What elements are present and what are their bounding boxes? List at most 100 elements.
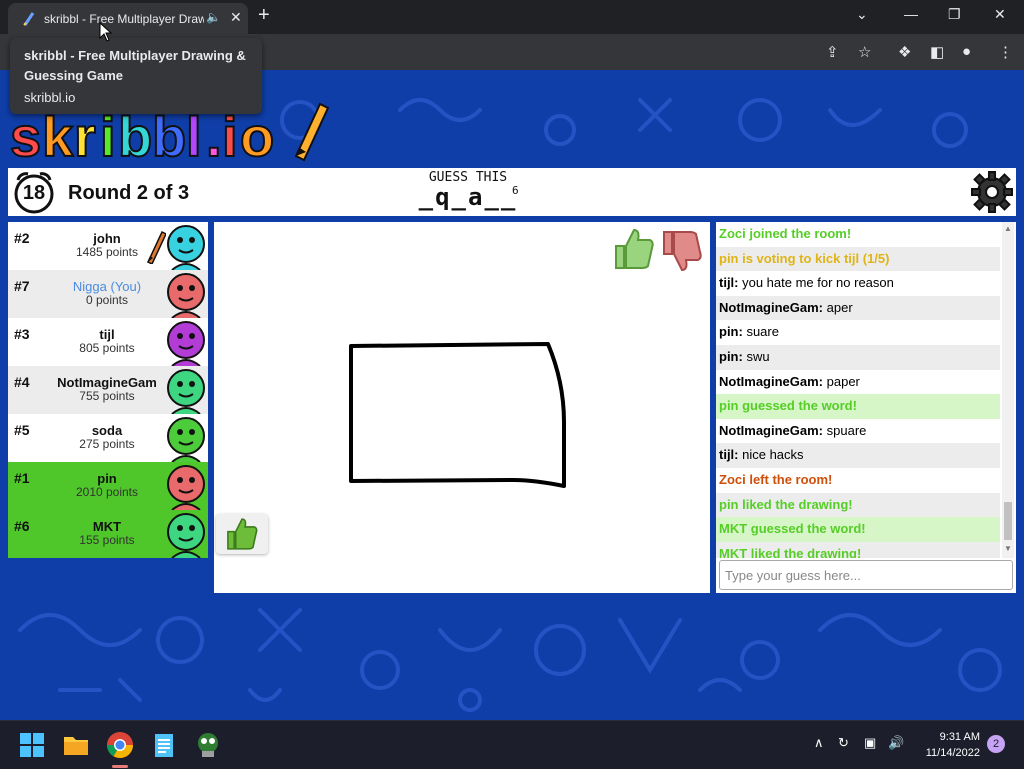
chat-message: pin liked the drawing! <box>716 492 1000 518</box>
player-rank: #7 <box>14 278 30 294</box>
player-row[interactable]: #6 MKT 155 points <box>8 510 208 558</box>
tab-search-icon[interactable]: ⌄ <box>856 6 868 23</box>
minimize-button[interactable]: — <box>904 6 918 22</box>
word-hint-area: GUESS THIS _q_a__ 6 <box>398 170 538 211</box>
chat-text: MKT guessed the word! <box>719 521 866 537</box>
chat-text: aper <box>823 299 853 315</box>
guess-input[interactable] <box>719 560 1013 590</box>
chat-text: pin is voting to kick tijl (1/5) <box>719 250 890 266</box>
chrome-icon[interactable] <box>104 729 136 761</box>
restore-button[interactable]: ❐ <box>948 6 961 23</box>
player-name: NotImagineGam <box>57 375 157 390</box>
chat-scrollbar[interactable]: ▲ ▼ <box>1002 222 1014 558</box>
close-window-button[interactable]: ✕ <box>994 6 1006 23</box>
side-panel-icon[interactable]: ◧ <box>930 43 944 61</box>
chat-text: Zoci joined the room! <box>719 226 852 241</box>
player-name: tijl <box>99 327 115 342</box>
thumbs-up-icon[interactable] <box>612 226 656 272</box>
player-avatar <box>167 321 205 366</box>
mouse-cursor-icon <box>99 22 113 42</box>
browser-tab[interactable]: skribbl - Free Multiplayer Drawing & Gue… <box>8 3 248 34</box>
chat-text: Zoci left the room! <box>719 471 833 487</box>
chat-username: tijl: <box>719 447 739 463</box>
player-avatar <box>167 273 205 318</box>
skribbl-favicon-icon <box>23 12 35 26</box>
tooltip-url: skribbl.io <box>24 90 76 105</box>
player-avatar <box>167 465 205 510</box>
player-row[interactable]: #5 soda 275 points <box>8 414 208 462</box>
player-points: 0 points <box>85 293 129 307</box>
sync-icon[interactable]: ↻ <box>838 735 849 751</box>
chat-username: NotImagineGam: <box>719 299 824 315</box>
browser-titlebar: skribbl - Free Multiplayer Drawing & Gue… <box>0 0 1024 34</box>
player-points: 2010 points <box>75 485 139 499</box>
scroll-down-icon[interactable]: ▼ <box>1004 544 1012 553</box>
tab-close-icon[interactable]: ✕ <box>230 9 242 26</box>
player-rank: #6 <box>14 518 30 534</box>
extensions-icon[interactable]: ❖ <box>898 43 911 61</box>
windows-start-icon[interactable] <box>16 729 48 761</box>
chat-username: tijl: <box>719 275 739 291</box>
thumbs-down-icon[interactable] <box>660 228 704 274</box>
clock-time: 9:31 AM <box>939 731 980 743</box>
player-name: Nigga (You) <box>72 279 142 294</box>
chat-message: Zoci left the room! <box>716 468 1000 493</box>
new-tab-button[interactable]: + <box>258 4 270 27</box>
volume-icon[interactable]: 🔊 <box>888 735 904 751</box>
chat-text: suare <box>742 324 779 340</box>
chat-text: pin liked the drawing! <box>719 496 853 512</box>
scrollbar-thumb[interactable] <box>1004 502 1012 540</box>
chat-message: pin is voting to kick tijl (1/5) <box>716 246 1000 272</box>
timer-value: 18 <box>22 182 46 204</box>
player-name: MKT <box>92 519 122 534</box>
chat-message: NotImagineGam: paper <box>716 370 1000 395</box>
tab-hover-tooltip: skribbl - Free Multiplayer Drawing & Gue… <box>10 38 262 114</box>
player-avatar <box>167 417 205 462</box>
chat-text: paper <box>823 373 860 389</box>
drawing-canvas[interactable] <box>214 222 710 593</box>
player-row[interactable]: #7 Nigga (You) 0 points <box>8 270 208 318</box>
drawing-pencil-icon <box>147 230 166 264</box>
share-icon[interactable]: ⇪ <box>826 43 839 61</box>
tab-audio-icon[interactable]: 🔈 <box>206 10 221 24</box>
chat-text: MKT liked the drawing! <box>719 545 862 558</box>
scroll-up-icon[interactable]: ▲ <box>1004 224 1012 233</box>
tray-chevron-icon[interactable]: ∧ <box>814 735 824 751</box>
bookmark-star-icon[interactable]: ☆ <box>858 43 871 61</box>
notepad-icon[interactable] <box>148 729 180 761</box>
profile-icon[interactable]: ● <box>962 43 971 60</box>
chat-panel: Zoci joined the room! pin is voting to ki… <box>716 222 1016 593</box>
player-points: 275 points <box>79 437 135 451</box>
chat-message: MKT liked the drawing! <box>716 541 1000 558</box>
round-indicator: Round 2 of 3 <box>68 182 190 204</box>
chat-text: swu <box>742 348 770 364</box>
settings-gear-icon[interactable] <box>970 170 1014 214</box>
player-avatar <box>167 225 205 270</box>
player-rank: #3 <box>14 326 30 342</box>
chat-message: tijl: you hate me for no reason <box>716 271 1000 296</box>
chat-username: NotImagineGam: <box>719 373 824 389</box>
file-explorer-icon[interactable] <box>60 729 92 761</box>
liked-drawing-bubble <box>216 514 268 554</box>
chat-message: Zoci joined the room! <box>716 222 1000 247</box>
player-rank: #2 <box>14 230 30 246</box>
clock-date: 11/14/2022 <box>925 747 980 759</box>
windows-taskbar: ∧ ↻ ▣ 🔊 9:31 AM 11/14/2022 <box>0 720 1024 769</box>
game-app-icon[interactable] <box>192 729 224 761</box>
player-row[interactable]: #2 john 1485 points <box>8 222 208 270</box>
chat-text: nice hacks <box>738 447 804 463</box>
chat-message: NotImagineGam: spuare <box>716 419 1000 444</box>
player-row[interactable]: #4 NotImagineGam 755 points <box>8 366 208 414</box>
notification-badge[interactable]: 2 <box>987 735 1005 753</box>
chat-text: you hate me for no reason <box>738 275 894 291</box>
chat-username: NotImagineGam: <box>719 422 824 438</box>
chat-text: pin guessed the word! <box>719 398 857 414</box>
player-row[interactable]: #1 pin 2010 points <box>8 462 208 510</box>
menu-kebab-icon[interactable]: ⋮ <box>998 43 1013 61</box>
player-row[interactable]: #3 tijl 805 points <box>8 318 208 366</box>
word-length: 6 <box>512 184 519 197</box>
system-clock[interactable]: 9:31 AM 11/14/2022 <box>914 729 980 761</box>
network-icon[interactable]: ▣ <box>864 735 876 751</box>
player-avatar <box>167 513 205 558</box>
player-name: pin <box>97 471 117 486</box>
